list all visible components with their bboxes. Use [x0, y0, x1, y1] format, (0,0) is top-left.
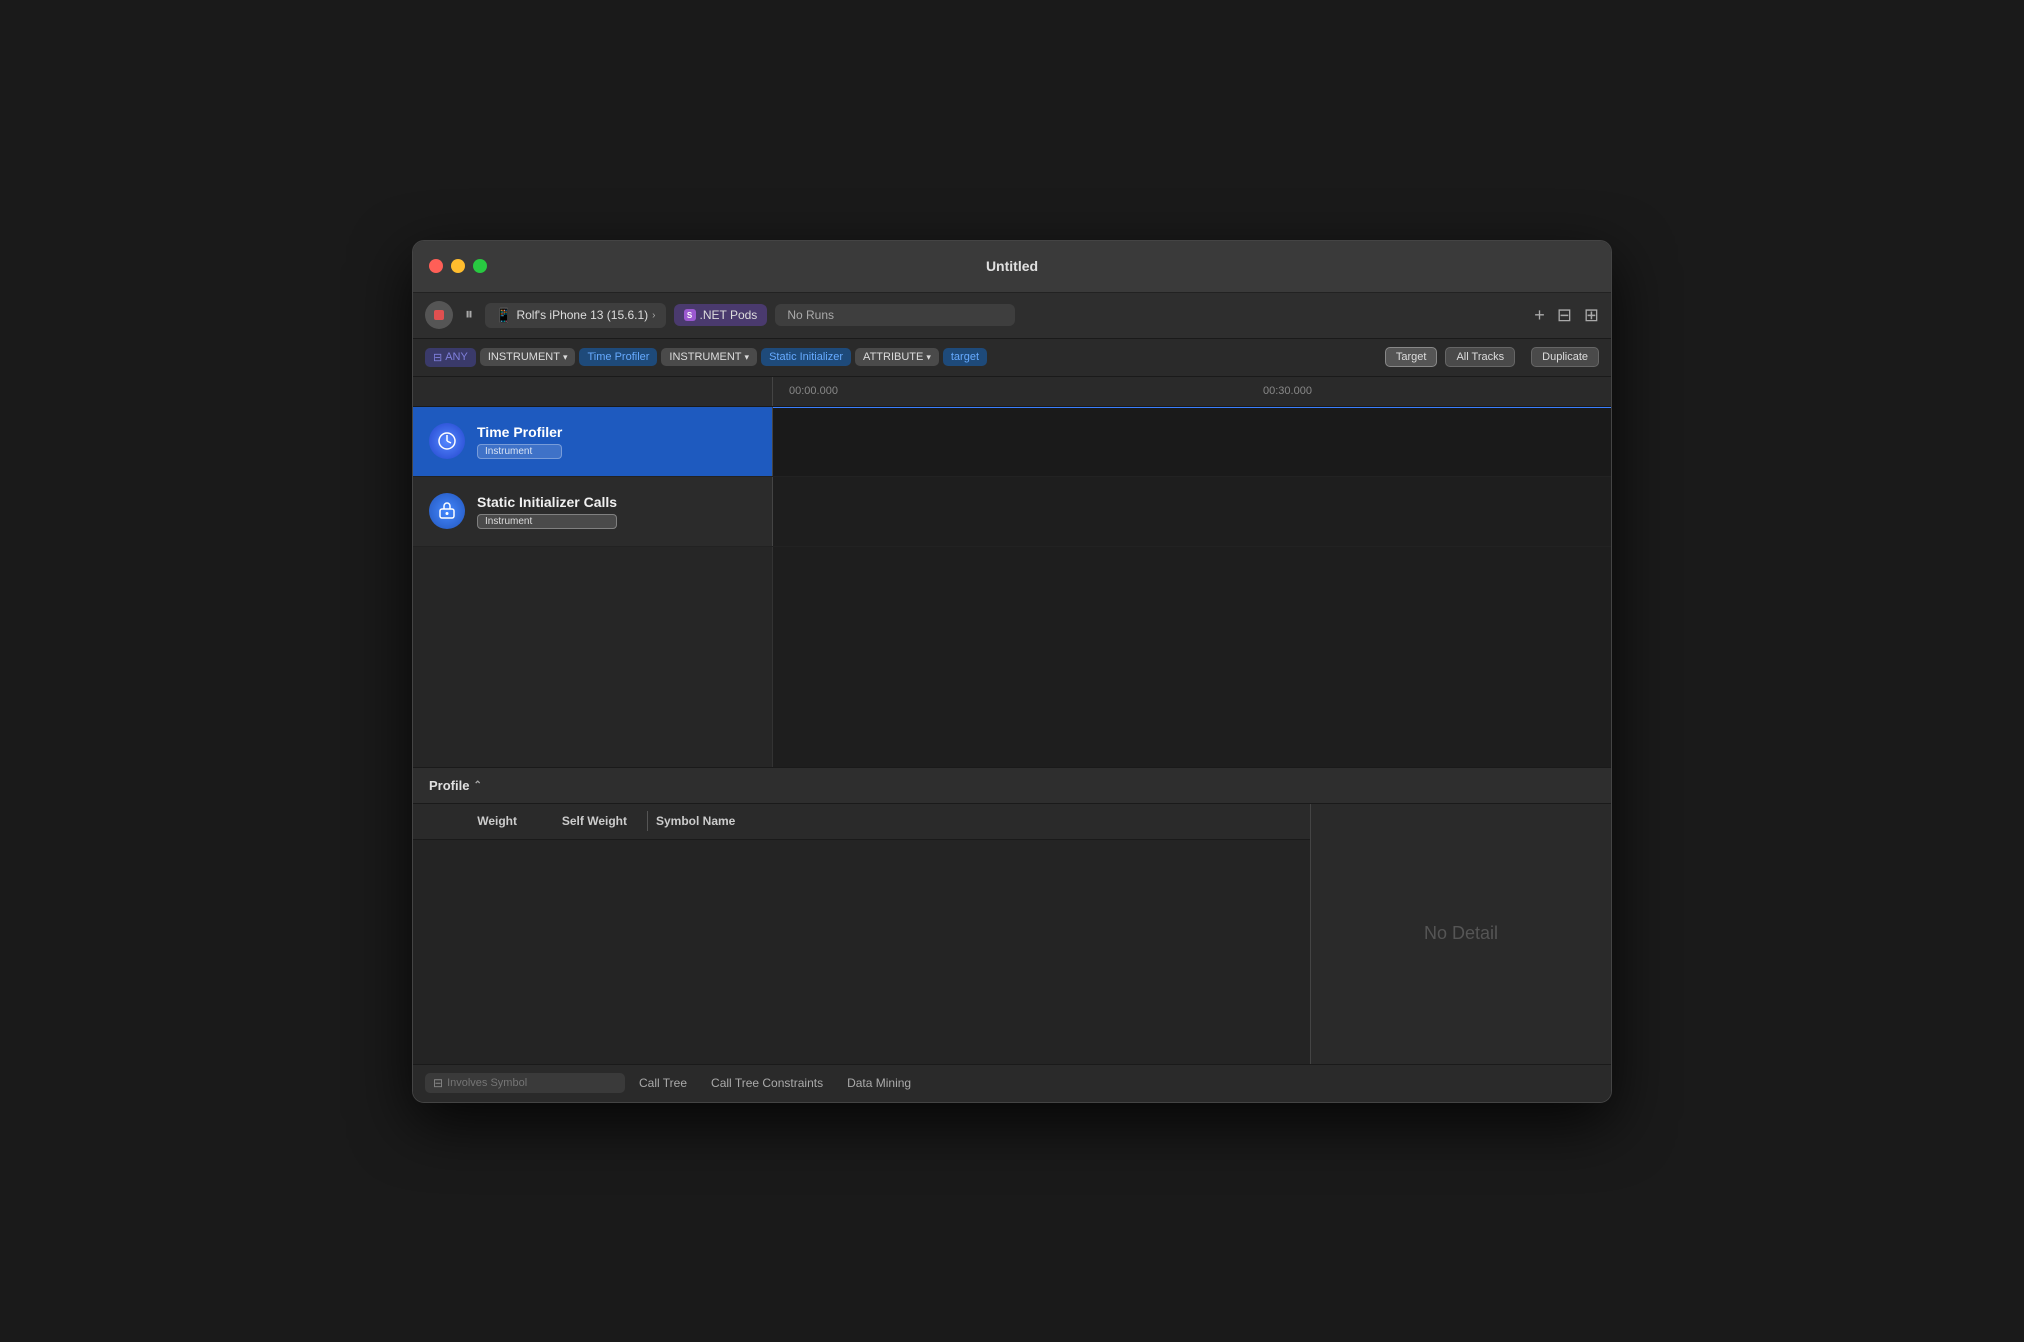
- track-info-time-profiler: Time Profiler Instrument: [477, 424, 562, 459]
- track-label-static-initializer[interactable]: Static Initializer Calls Instrument: [413, 477, 773, 546]
- track-row-time-profiler[interactable]: Time Profiler Instrument: [413, 407, 1611, 477]
- toolbar-right: + ⊟ ⊞: [1534, 305, 1599, 326]
- ruler-mark-30: 00:30.000: [1263, 385, 1312, 397]
- time-profiler-label: Time Profiler: [587, 351, 649, 363]
- stop-button[interactable]: [425, 301, 453, 329]
- tracks-area: Time Profiler Instrument: [413, 407, 1611, 767]
- track-badge-static-initializer[interactable]: Instrument: [477, 514, 617, 529]
- profile-text: Profile: [429, 778, 469, 793]
- window-body: 00:00.000 00:30.000 Time Profi: [413, 377, 1611, 1102]
- app-icon: S: [684, 309, 696, 321]
- target-label: target: [951, 351, 979, 363]
- traffic-lights: [429, 259, 487, 273]
- fullscreen-button[interactable]: [473, 259, 487, 273]
- time-profiler-icon: [429, 423, 465, 459]
- instrument-filter1[interactable]: INSTRUMENT ▾: [480, 348, 576, 366]
- filter-bar: ⊟ ANY INSTRUMENT ▾ Time Profiler INSTRUM…: [413, 339, 1611, 377]
- close-button[interactable]: [429, 259, 443, 273]
- th-self-weight: Self Weight: [529, 814, 639, 828]
- attribute-chevron-icon: ▾: [926, 352, 931, 363]
- time-profiler-filter[interactable]: Time Profiler: [579, 348, 657, 366]
- involves-symbol-input[interactable]: [447, 1077, 597, 1089]
- stop-icon: [434, 310, 444, 320]
- track-content-time-profiler: [773, 407, 1611, 476]
- empty-tracks-area: [413, 547, 1611, 767]
- track-content-static-initializer: [773, 477, 1611, 546]
- device-selector[interactable]: 📱 Rolf's iPhone 13 (15.6.1) ›: [485, 303, 665, 328]
- static-initializer-icon: [429, 493, 465, 529]
- static-initializer-label: Static Initializer: [769, 351, 843, 363]
- title-bar: Untitled: [413, 241, 1611, 293]
- empty-tracks-label: [413, 547, 773, 767]
- timeline-ruler: 00:00.000 00:30.000: [773, 377, 1611, 406]
- instrument-label1: INSTRUMENT: [488, 351, 560, 363]
- search-icon: ⊟: [433, 1076, 443, 1090]
- track-info-static-initializer: Static Initializer Calls Instrument: [477, 494, 617, 529]
- bottom-panel: Profile ⌃ Weight Self Weight Symbol Name: [413, 767, 1611, 1102]
- minimize-button[interactable]: [451, 259, 465, 273]
- search-input-wrap[interactable]: ⊟: [425, 1073, 625, 1093]
- any-label: ANY: [445, 351, 468, 363]
- instrument-chevron-icon: ▾: [563, 352, 568, 363]
- profile-chevron-icon: ⌃: [473, 780, 481, 791]
- timeline-header: 00:00.000 00:30.000: [413, 377, 1611, 407]
- call-tree-tab[interactable]: Call Tree: [629, 1072, 697, 1094]
- app-name: .NET Pods: [700, 308, 758, 322]
- profile-header: Profile ⌃: [413, 768, 1611, 804]
- toolbar-left: ⏸ 📱 Rolf's iPhone 13 (15.6.1) › S .NET P…: [425, 301, 1015, 329]
- bottom-split: Weight Self Weight Symbol Name No Detail: [413, 804, 1611, 1064]
- track-name-static-initializer: Static Initializer Calls: [477, 494, 617, 510]
- track-label-spacer: [413, 377, 773, 406]
- track-row-static-initializer[interactable]: Static Initializer Calls Instrument: [413, 477, 1611, 547]
- static-initializer-filter[interactable]: Static Initializer: [761, 348, 851, 366]
- empty-tracks-content: [773, 547, 1611, 767]
- bottom-left-panel: Weight Self Weight Symbol Name: [413, 804, 1311, 1064]
- table-body: [413, 840, 1310, 1064]
- add-button[interactable]: +: [1534, 305, 1545, 326]
- no-detail-label: No Detail: [1424, 923, 1498, 944]
- call-tree-constraints-tab[interactable]: Call Tree Constraints: [701, 1072, 833, 1094]
- app-selector[interactable]: S .NET Pods: [674, 304, 768, 326]
- device-icon: 📱: [495, 307, 512, 324]
- duplicate-button[interactable]: Duplicate: [1531, 347, 1599, 367]
- attribute-filter[interactable]: ATTRIBUTE ▾: [855, 348, 939, 366]
- layout2-button[interactable]: ⊞: [1584, 305, 1599, 326]
- bottom-toolbar: ⊟ Call Tree Call Tree Constraints Data M…: [413, 1064, 1611, 1102]
- track-label-time-profiler[interactable]: Time Profiler Instrument: [413, 407, 773, 476]
- filter-icon: ⊟: [433, 351, 442, 364]
- th-symbol-name: Symbol Name: [656, 814, 1294, 828]
- any-filter-tag[interactable]: ⊟ ANY: [425, 348, 476, 367]
- attribute-label: ATTRIBUTE: [863, 351, 923, 363]
- device-name: Rolf's iPhone 13 (15.6.1): [516, 308, 648, 322]
- filter-bar-right: Target All Tracks Duplicate: [1385, 347, 1599, 367]
- instrument-label2: INSTRUMENT: [669, 351, 741, 363]
- pause-button[interactable]: ⏸: [461, 302, 477, 328]
- device-chevron-icon: ›: [652, 310, 655, 321]
- table-header: Weight Self Weight Symbol Name: [413, 804, 1310, 840]
- th-weight: Weight: [429, 814, 529, 828]
- bottom-right-panel: No Detail: [1311, 804, 1611, 1064]
- track-badge-time-profiler[interactable]: Instrument: [477, 444, 562, 459]
- data-mining-tab[interactable]: Data Mining: [837, 1072, 921, 1094]
- window-title: Untitled: [986, 258, 1038, 274]
- profile-label[interactable]: Profile ⌃: [429, 778, 482, 793]
- instrument2-chevron-icon: ▾: [745, 352, 750, 363]
- all-tracks-button[interactable]: All Tracks: [1445, 347, 1515, 367]
- target-filter[interactable]: target: [943, 348, 987, 366]
- instrument-filter2[interactable]: INSTRUMENT ▾: [661, 348, 757, 366]
- ruler-mark-0: 00:00.000: [789, 385, 838, 397]
- runs-label: No Runs: [787, 308, 834, 322]
- runs-selector[interactable]: No Runs: [775, 304, 1015, 326]
- main-toolbar: ⏸ 📱 Rolf's iPhone 13 (15.6.1) › S .NET P…: [413, 293, 1611, 339]
- target-button[interactable]: Target: [1385, 347, 1438, 367]
- track-name-time-profiler: Time Profiler: [477, 424, 562, 440]
- th-divider: [647, 811, 648, 831]
- main-window: Untitled ⏸ 📱 Rolf's iPhone 13 (15.6.1) ›…: [412, 240, 1612, 1103]
- layout1-button[interactable]: ⊟: [1557, 305, 1572, 326]
